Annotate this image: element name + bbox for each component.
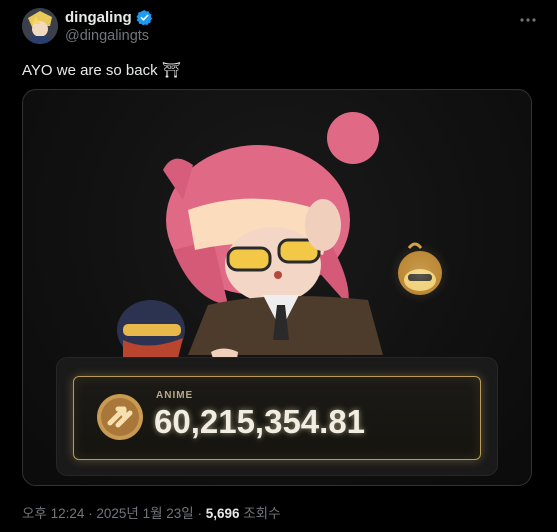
anime-token-icon	[97, 394, 143, 440]
tweet-header: dingaling @dingalingts	[22, 8, 539, 48]
token-panel: ANIME 60,215,354.81	[57, 358, 497, 475]
display-name-text[interactable]: dingaling	[65, 9, 132, 26]
tweet-media-image[interactable]: ANIME 60,215,354.81	[22, 89, 532, 486]
tweet-meta: 오후 12:24 · 2025년 1월 23일 · 5,696 조회수	[22, 502, 281, 522]
display-name[interactable]: dingaling	[65, 9, 153, 26]
tweet-text: AYO we are so back ⛩	[22, 62, 181, 79]
views-label: 조회수	[239, 506, 281, 521]
avatar[interactable]	[22, 8, 58, 44]
verified-badge-icon	[136, 10, 152, 26]
token-card: ANIME 60,215,354.81	[73, 376, 481, 460]
views-count: 5,696	[205, 506, 240, 521]
user-handle[interactable]: @dingalingts	[65, 28, 149, 44]
token-value: 60,215,354.81	[154, 403, 366, 440]
more-options-icon[interactable]	[517, 10, 539, 32]
token-label: ANIME	[156, 390, 194, 401]
timestamp[interactable]: 오후 12:24 · 2025년 1월 23일 ·	[22, 506, 206, 521]
